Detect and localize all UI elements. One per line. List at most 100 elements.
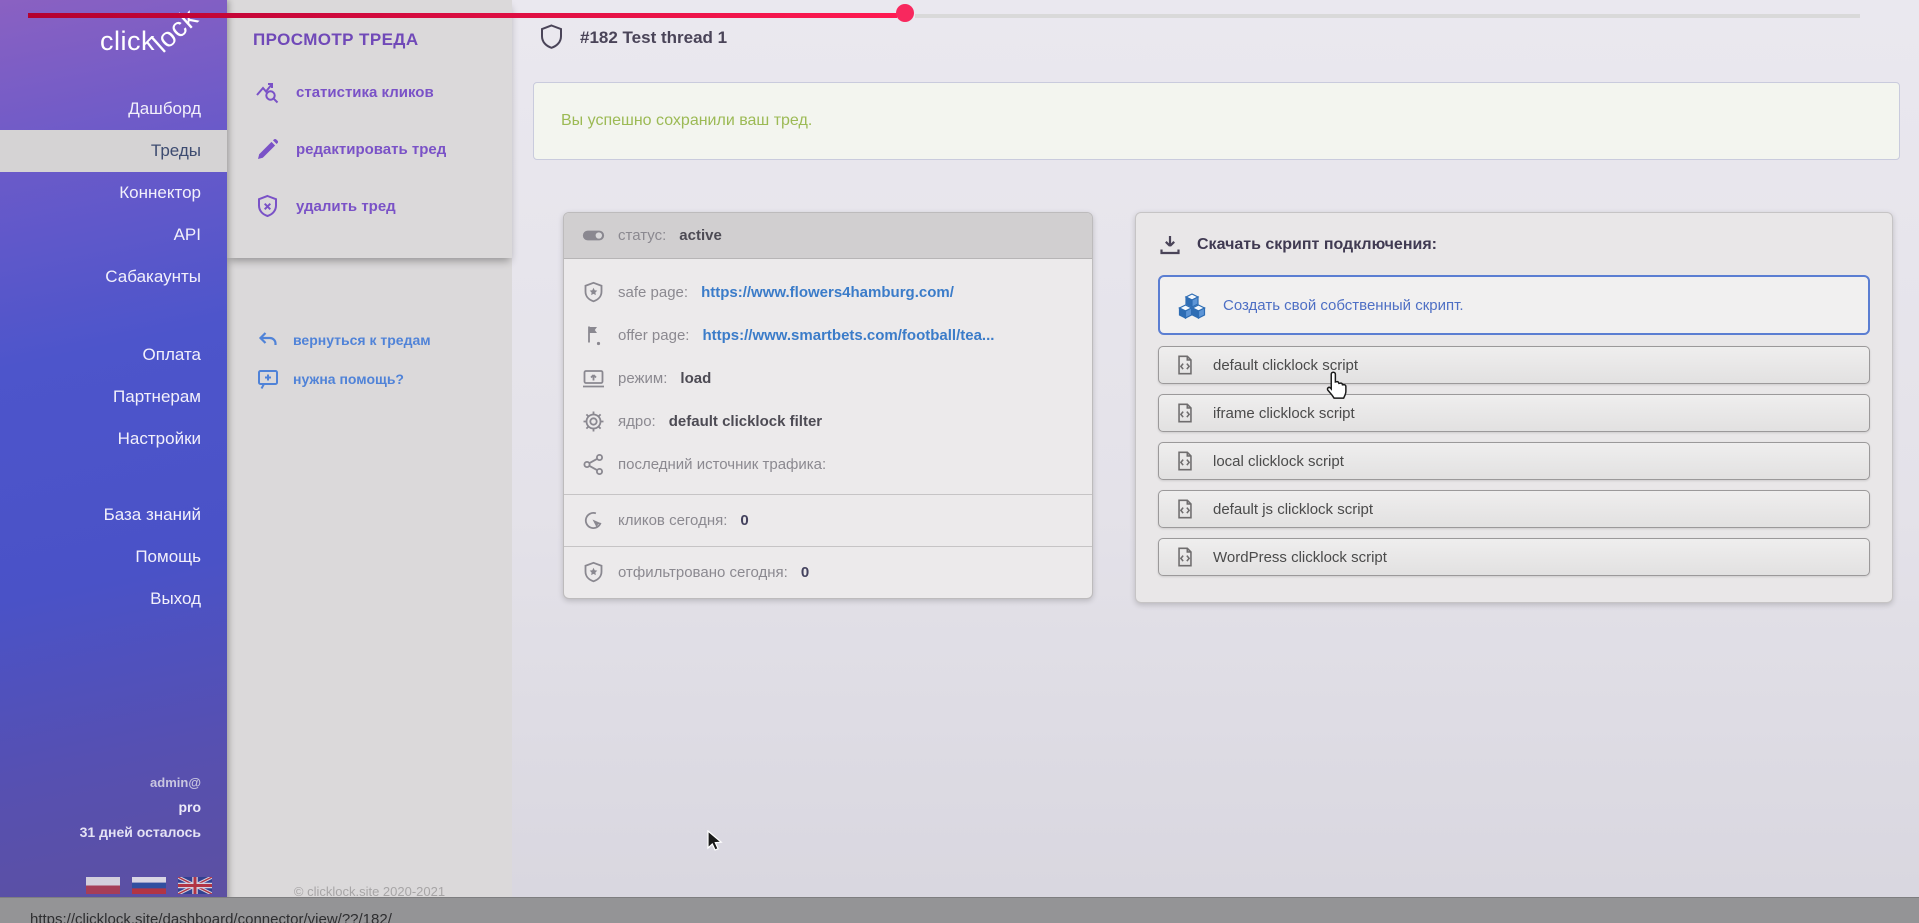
script-button-label: iframe clicklock script <box>1213 405 1355 422</box>
filtered-today-value: 0 <box>801 564 809 581</box>
sidebar-item-api[interactable]: API <box>0 214 227 256</box>
thread-status-card: статус: active safe page: https://www.fl… <box>563 212 1093 599</box>
code-file-icon <box>1174 450 1196 472</box>
video-progress-handle[interactable] <box>896 4 914 22</box>
shield-star-icon <box>582 561 605 584</box>
toggle-icon <box>582 224 605 247</box>
menu-item-click-stats[interactable]: статистика кликов <box>227 64 512 121</box>
page-header: #182 Test thread 1 <box>540 24 727 51</box>
last-traffic-source-row: последний источник трафика: <box>564 443 1092 486</box>
download-scripts-panel: Скачать скрипт подключения: Создать свой… <box>1135 212 1893 603</box>
comment-plus-icon <box>257 368 279 390</box>
menu-item-delete-thread[interactable]: удалить тред <box>227 178 512 235</box>
pin-icon <box>582 324 605 347</box>
core-value: default clicklock filter <box>669 413 822 430</box>
create-own-script-button[interactable]: Создать свой собственный скрипт. <box>1158 275 1870 335</box>
video-progress-played[interactable] <box>28 13 897 18</box>
iframe-clicklock-script-button[interactable]: iframe clicklock script <box>1158 394 1870 432</box>
script-button-label: WordPress clicklock script <box>1213 549 1387 566</box>
code-file-icon <box>1174 402 1196 424</box>
status-label: статус: <box>618 227 666 244</box>
clicks-today-row: кликов сегодня: 0 <box>564 494 1092 546</box>
core-row: ядро: default clicklock filter <box>564 400 1092 443</box>
undo-icon <box>257 329 279 351</box>
download-icon <box>1158 233 1182 257</box>
statusbar-url: https://clicklock.site/dashboard/connect… <box>30 911 392 923</box>
thread-menu-title: ПРОСМОТР ТРЕДА <box>227 0 512 50</box>
cubes-icon <box>1178 291 1206 319</box>
alert-message: Вы успешно сохранили ваш тред. <box>561 112 812 130</box>
sidebar-item-knowledge-base[interactable]: База знаний <box>0 494 227 536</box>
local-clicklock-script-button[interactable]: local clicklock script <box>1158 442 1870 480</box>
gear-icon <box>582 410 605 433</box>
link-back-to-threads[interactable]: вернуться к тредам <box>227 320 512 359</box>
status-header: статус: active <box>564 213 1092 259</box>
uk-flag[interactable] <box>178 877 212 894</box>
language-switcher <box>86 877 212 894</box>
status-value: active <box>679 227 722 244</box>
russia-flag[interactable] <box>132 877 166 894</box>
offer-page-row: offer page: https://www.smartbets.com/fo… <box>564 314 1092 357</box>
offer-page-link[interactable]: https://www.smartbets.com/football/tea..… <box>702 327 994 344</box>
menu-item-label: редактировать тред <box>296 141 446 158</box>
link-need-help[interactable]: нужна помощь? <box>227 359 512 398</box>
filtered-today-label: отфильтровано сегодня: <box>618 564 788 581</box>
pencil-icon <box>255 137 280 162</box>
script-button-label: default clicklock script <box>1213 357 1358 374</box>
page-title: #182 Test thread 1 <box>580 28 727 48</box>
menu-item-label: удалить тред <box>296 198 396 215</box>
download-panel-header: Скачать скрипт подключения: <box>1158 233 1870 257</box>
stats-search-icon <box>255 80 280 105</box>
script-button-label: default js clicklock script <box>1213 501 1373 518</box>
logo-text-lock: lock <box>147 3 205 60</box>
clicks-today-label: кликов сегодня: <box>618 512 727 529</box>
menu-item-edit-thread[interactable]: редактировать тред <box>227 121 512 178</box>
account-days-left: 31 дней осталось <box>0 820 201 845</box>
sidebar-item-dashboard[interactable]: Дашборд <box>0 88 227 130</box>
shield-star-icon <box>582 281 605 304</box>
shield-icon <box>540 24 563 51</box>
sidebar-item-connector[interactable]: Коннектор <box>0 172 227 214</box>
download-panel-title: Скачать скрипт подключения: <box>1197 236 1437 254</box>
row-label: offer page: <box>618 327 689 344</box>
shield-x-icon <box>255 194 280 219</box>
sidebar-item-payment[interactable]: Оплата <box>0 334 227 376</box>
thread-menu-panel: ПРОСМОТР ТРЕДА статистика кликов редакти… <box>227 0 512 923</box>
filtered-today-row: отфильтровано сегодня: 0 <box>564 546 1092 598</box>
share-icon <box>582 453 605 476</box>
sidebar-item-help[interactable]: Помощь <box>0 536 227 578</box>
account-email: admin@ <box>0 770 201 795</box>
thread-menu-top: ПРОСМОТР ТРЕДА статистика кликов редакти… <box>227 0 512 258</box>
script-button-label: local clicklock script <box>1213 453 1344 470</box>
sidebar-item-subaccounts[interactable]: Сабакаунты <box>0 256 227 298</box>
clicks-today-value: 0 <box>740 512 748 529</box>
default-js-clicklock-script-button[interactable]: default js clicklock script <box>1158 490 1870 528</box>
row-label: ядро: <box>618 413 656 430</box>
poland-flag[interactable] <box>86 877 120 894</box>
safe-page-row: safe page: https://www.flowers4hamburg.c… <box>564 271 1092 314</box>
safe-page-link[interactable]: https://www.flowers4hamburg.com/ <box>701 284 954 301</box>
link-label: нужна помощь? <box>293 371 404 387</box>
sidebar-item-logout[interactable]: Выход <box>0 578 227 620</box>
row-label: последний источник трафика: <box>618 456 826 473</box>
success-alert: Вы успешно сохранили ваш тред. <box>533 82 1900 160</box>
wordpress-clicklock-script-button[interactable]: WordPress clicklock script <box>1158 538 1870 576</box>
sidebar-item-partners[interactable]: Партнерам <box>0 376 227 418</box>
mode-row: режим: load <box>564 357 1092 400</box>
browser-statusbar: https://clicklock.site/dashboard/connect… <box>0 897 1919 923</box>
create-own-script-label: Создать свой собственный скрипт. <box>1223 297 1463 314</box>
screen-share-icon <box>582 367 605 390</box>
code-file-icon <box>1174 546 1196 568</box>
logo-text-click: click <box>100 26 155 57</box>
sidebar: click lock Дашборд Треды Коннектор API С… <box>0 0 227 923</box>
sidebar-item-threads[interactable]: Треды <box>0 130 227 172</box>
account-plan: pro <box>0 795 201 820</box>
click-circle-icon <box>582 509 605 532</box>
sidebar-item-settings[interactable]: Настройки <box>0 418 227 460</box>
code-file-icon <box>1174 498 1196 520</box>
menu-item-label: статистика кликов <box>296 84 434 101</box>
video-progress-remaining[interactable] <box>915 14 1860 18</box>
default-clicklock-script-button[interactable]: default clicklock script <box>1158 346 1870 384</box>
account-info: admin@ pro 31 дней осталось <box>0 770 227 845</box>
main-content: #182 Test thread 1 Вы успешно сохранили … <box>512 0 1919 923</box>
